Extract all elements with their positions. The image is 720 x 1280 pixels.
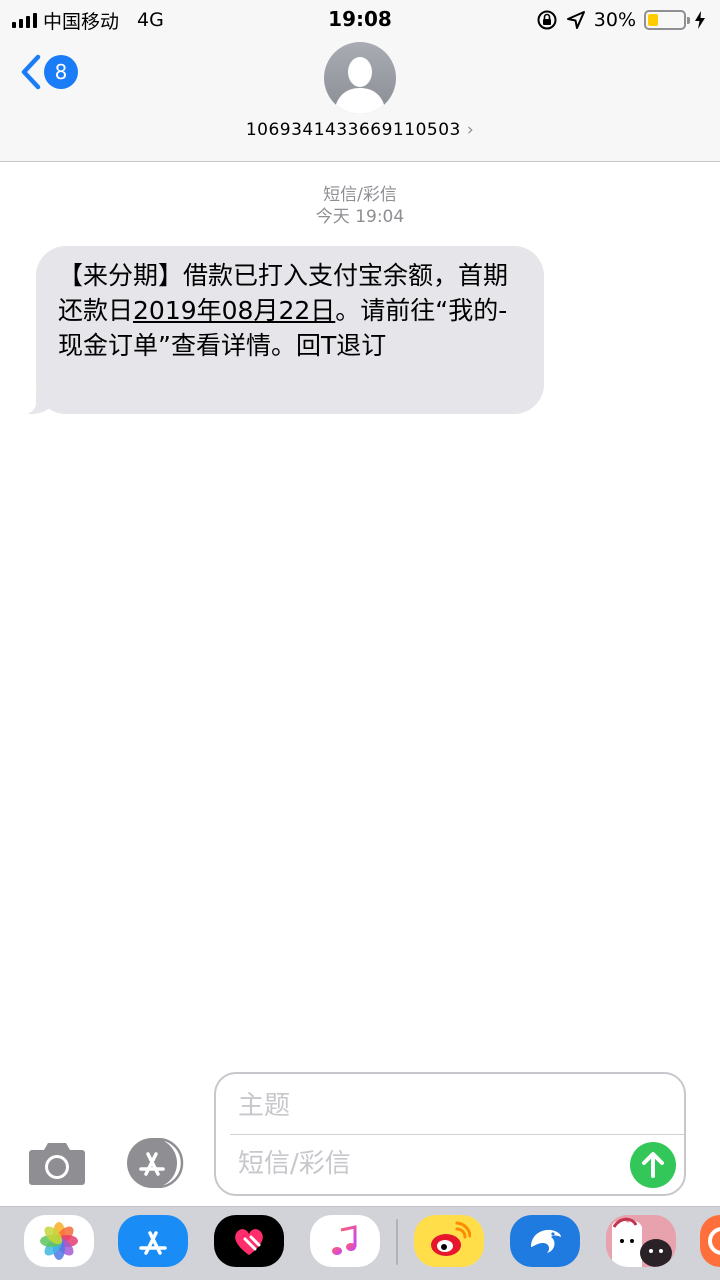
battery-fill — [648, 14, 659, 26]
back-button[interactable]: 8 — [20, 52, 78, 92]
contact-name-button[interactable]: 1069341433669110503 › — [0, 120, 720, 140]
drawer-separator — [396, 1219, 398, 1265]
sticker-pack-app-button[interactable] — [606, 1215, 676, 1267]
weibo-app-button[interactable] — [414, 1215, 484, 1267]
conversation-header: 8 1069341433669110503 › — [0, 40, 720, 162]
service-label: 短信/彩信 — [323, 185, 397, 205]
message-text: 【来分期】借款已打入支付宝余额，首期还款日2019年08月22日。请前往“我的-… — [58, 258, 526, 363]
signal-strength-icon — [12, 12, 37, 28]
partial-app-icon — [708, 1227, 720, 1255]
partial-app-button[interactable] — [700, 1215, 720, 1267]
composer: 主题 短信/彩信 — [0, 1066, 720, 1206]
orientation-lock-icon — [537, 10, 557, 30]
subject-input[interactable]: 主题 — [238, 1084, 668, 1128]
message-input[interactable]: 短信/彩信 — [238, 1142, 618, 1186]
battery-icon — [644, 10, 690, 30]
digital-touch-app-button[interactable] — [214, 1215, 284, 1267]
music-icon — [332, 1225, 357, 1255]
music-app-button[interactable] — [310, 1215, 380, 1267]
dolphin-app-icon — [531, 1229, 561, 1253]
message-timestamp: 今天 19:04 — [315, 207, 405, 227]
network-type: 4G — [137, 9, 164, 31]
send-button[interactable] — [630, 1142, 676, 1188]
battery-percent: 30% — [593, 9, 636, 31]
app-store-app-button[interactable] — [118, 1215, 188, 1267]
contact-number: 1069341433669110503 — [245, 120, 461, 140]
status-left: 中国移动 4G — [12, 6, 164, 34]
app-store-icon — [139, 1231, 167, 1255]
messages-screen: 中国移动 4G 19:08 30% 8 1069341433669110503 … — [0, 0, 720, 1280]
app-store-icon — [127, 1137, 184, 1189]
carrier-name: 中国移动 — [43, 10, 120, 33]
app-store-button[interactable] — [122, 1137, 184, 1189]
camera-button[interactable] — [28, 1140, 86, 1186]
unread-count-badge: 8 — [44, 55, 78, 89]
chevron-right-icon: › — [466, 120, 475, 140]
weibo-icon — [431, 1221, 471, 1256]
status-bar: 中国移动 4G 19:08 30% — [0, 0, 720, 40]
chevron-left-icon — [21, 54, 41, 90]
thread-meta: 短信/彩信 今天 19:04 — [0, 184, 720, 228]
input-divider — [230, 1134, 684, 1135]
message-input-box: 主题 短信/彩信 — [214, 1072, 686, 1196]
dolphin-app-button[interactable] — [510, 1215, 580, 1267]
incoming-message-bubble[interactable]: 【来分期】借款已打入支付宝余额，首期还款日2019年08月22日。请前往“我的-… — [16, 246, 544, 415]
photos-icon — [40, 1222, 78, 1260]
location-arrow-icon — [566, 11, 585, 29]
charging-bolt-icon — [695, 11, 705, 29]
contact-avatar[interactable] — [324, 42, 396, 114]
sticker-pack-icon — [606, 1215, 676, 1267]
person-silhouette-icon — [334, 57, 386, 114]
camera-icon — [29, 1143, 85, 1185]
app-drawer — [0, 1206, 720, 1280]
status-right: 30% — [536, 6, 706, 34]
photos-app-button[interactable] — [24, 1215, 94, 1267]
arrow-up-icon — [642, 1152, 664, 1178]
message-date-link[interactable]: 2019年08月22日 — [133, 296, 335, 325]
digital-touch-icon — [235, 1229, 263, 1255]
